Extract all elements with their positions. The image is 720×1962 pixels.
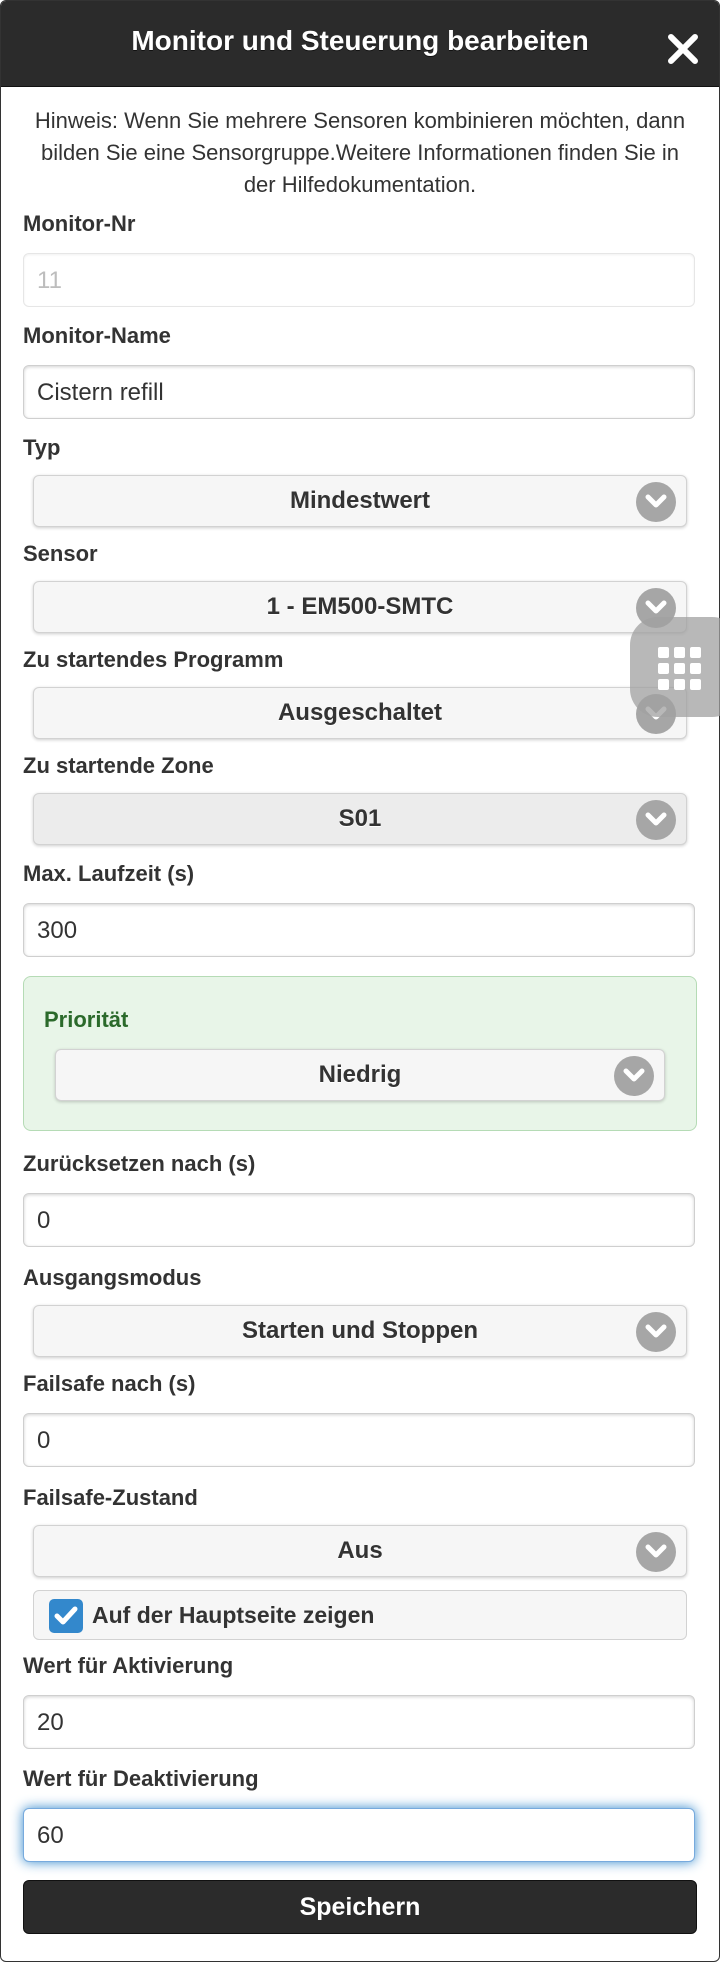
ausgangsmodus-select-value: Starten und Stoppen xyxy=(242,1317,478,1344)
chevron-down-icon xyxy=(636,800,676,840)
sensor-select-value: 1 - EM500-SMTC xyxy=(266,593,454,620)
monitor-nr-input: 11 xyxy=(23,253,695,307)
programm-label: Zu startendes Programm xyxy=(23,647,284,672)
chevron-down-icon xyxy=(636,482,676,522)
zuruecksetzen-input[interactable]: 0 xyxy=(23,1193,695,1247)
max-laufzeit-label: Max. Laufzeit (s) xyxy=(23,861,195,886)
monitor-name-input[interactable]: Cistern refill xyxy=(23,365,695,419)
priority-label: Priorität xyxy=(44,1007,129,1032)
failsafe-zustand-select[interactable]: Aus xyxy=(33,1525,687,1577)
grid-icon xyxy=(658,647,701,690)
save-button[interactable]: Speichern xyxy=(23,1880,697,1934)
wert-aktivierung-label: Wert für Aktivierung xyxy=(23,1653,234,1678)
failsafe-nach-label: Failsafe nach (s) xyxy=(23,1371,196,1396)
dialog-title: Monitor und Steuerung bearbeiten xyxy=(131,25,589,56)
chevron-down-icon xyxy=(614,1056,654,1096)
zone-select[interactable]: S01 xyxy=(33,793,687,845)
priority-section: Priorität Niedrig xyxy=(23,976,697,1131)
typ-select[interactable]: Mindestwert xyxy=(33,475,687,527)
show-on-main-page-label: Auf der Hauptseite zeigen xyxy=(92,1602,375,1628)
check-icon xyxy=(54,1606,78,1625)
typ-select-value: Mindestwert xyxy=(289,487,430,514)
wert-aktivierung-input[interactable]: 20 xyxy=(23,1695,695,1749)
ausgangsmodus-label: Ausgangsmodus xyxy=(23,1265,202,1290)
zone-label: Zu startende Zone xyxy=(23,753,214,778)
hint-text: Hinweis: Wenn Sie mehrere Sensoren kombi… xyxy=(34,108,686,197)
show-on-main-page-checkbox[interactable]: Auf der Hauptseite zeigen xyxy=(33,1590,687,1640)
wert-deaktivierung-label: Wert für Deaktivierung xyxy=(23,1766,259,1791)
floating-menu-button[interactable] xyxy=(630,617,720,717)
typ-label: Typ xyxy=(23,435,61,460)
close-button[interactable] xyxy=(665,31,701,67)
edit-monitor-dialog: Monitor und Steuerung bearbeiten Hinweis… xyxy=(0,0,720,1962)
programm-select-value: Ausgeschaltet xyxy=(277,699,443,726)
sensor-select[interactable]: 1 - EM500-SMTC xyxy=(33,581,687,633)
priority-select[interactable]: Niedrig xyxy=(55,1049,665,1101)
dialog-header: Monitor und Steuerung bearbeiten xyxy=(1,1,719,87)
chevron-down-icon xyxy=(636,1532,676,1572)
max-laufzeit-input[interactable]: 300 xyxy=(23,903,695,957)
checkbox-checked[interactable] xyxy=(49,1599,83,1633)
programm-select[interactable]: Ausgeschaltet xyxy=(33,687,687,739)
monitor-nr-label: Monitor-Nr xyxy=(23,211,136,236)
failsafe-zustand-select-value: Aus xyxy=(337,1537,383,1564)
ausgangsmodus-select[interactable]: Starten und Stoppen xyxy=(33,1305,687,1357)
chevron-down-icon xyxy=(636,1312,676,1352)
priority-select-value: Niedrig xyxy=(318,1061,402,1088)
zuruecksetzen-label: Zurücksetzen nach (s) xyxy=(23,1151,256,1176)
monitor-name-label: Monitor-Name xyxy=(23,323,171,348)
failsafe-zustand-label: Failsafe-Zustand xyxy=(23,1485,198,1510)
wert-deaktivierung-input[interactable]: 60 xyxy=(23,1808,695,1862)
sensor-label: Sensor xyxy=(23,541,98,566)
zone-select-value: S01 xyxy=(338,805,382,832)
close-icon xyxy=(668,34,698,64)
failsafe-nach-input[interactable]: 0 xyxy=(23,1413,695,1467)
